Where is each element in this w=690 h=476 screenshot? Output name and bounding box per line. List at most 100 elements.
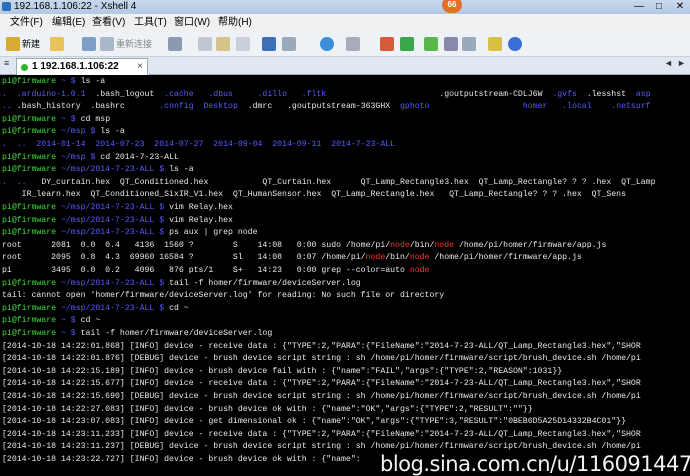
terminal-text: root 2081 0.0 0.4 4136 1560 ? S 14:08 0:…: [2, 240, 391, 250]
transfer-icon[interactable]: [400, 37, 414, 51]
terminal-text: [2014-10-18 14:22:27.083] [INFO] device …: [2, 404, 533, 414]
terminal-text: asp: [635, 89, 651, 99]
terminal-line: pi@firmware ~/msp/2014-7-23-ALL $ vim Re…: [2, 202, 233, 215]
terminal-text: pi@firmware: [2, 316, 57, 326]
terminal-text: /bin/: [409, 240, 435, 250]
terminal-text: . .arduino-1.0.1: [2, 89, 91, 99]
terminal-text: pi@firmware: [2, 303, 57, 313]
terminal-text: pi@firmware: [2, 329, 57, 338]
layout-icon[interactable]: [424, 37, 438, 51]
link-icon[interactable]: [82, 37, 96, 51]
menu-tools[interactable]: 工具(T): [134, 14, 167, 32]
terminal-text: ~/msp/2014-7-23-ALL $: [56, 278, 170, 288]
minimize-button[interactable]: —: [630, 0, 648, 14]
terminal-text: pi@firmware: [2, 215, 57, 225]
menu-window[interactable]: 窗口(W): [174, 14, 210, 32]
grid-icon[interactable]: [444, 37, 458, 51]
watermark: blog.sina.com.cn/u/1160914473: [380, 452, 690, 476]
reconnect-label[interactable]: 重新连接: [116, 32, 152, 56]
terminal-line: pi@firmware ~/msp/2014-7-23-ALL $ cd ~: [2, 303, 189, 316]
terminal-line: [2014-10-18 14:22:01.868] [INFO] device …: [2, 341, 641, 354]
terminal-text: [2014-10-18 14:22:15.189] [INFO] device …: [2, 366, 563, 376]
terminal-text: tail -f homer/firmware/deviceServer.log: [80, 329, 273, 338]
terminal-line: [2014-10-18 14:22:15.677] [INFO] device …: [2, 378, 641, 391]
globe-icon[interactable]: [320, 37, 334, 51]
terminal-text: vim Relay.hex: [169, 215, 233, 225]
terminal-line: pi@firmware ~/msp/2014-7-23-ALL $ ps aux…: [2, 227, 258, 240]
lock-icon[interactable]: [346, 37, 360, 51]
find-icon[interactable]: [236, 37, 250, 51]
paste-icon[interactable]: [216, 37, 230, 51]
terminal-text: node: [390, 240, 410, 250]
new-session-icon[interactable]: [6, 37, 20, 51]
terminal-text: /bin/: [385, 253, 410, 263]
terminal-text: vim Relay.hex: [169, 203, 233, 212]
terminal-text: /home/pi/homer/firmware/app.js: [454, 240, 607, 250]
close-button[interactable]: ✕: [670, 0, 690, 14]
tab-menu-icon[interactable]: ≡: [4, 58, 9, 68]
terminal-text: ~/msp $: [56, 152, 101, 162]
terminal-text: ~/msp/2014-7-23-ALL $: [56, 303, 170, 313]
terminal-text: ~/msp/2014-7-23-ALL $: [56, 203, 170, 212]
font-icon[interactable]: [282, 37, 296, 51]
terminal-text: ls -a: [100, 127, 125, 137]
terminal-text: pi@firmware: [2, 152, 57, 162]
terminal-line: root 2095 0.8 4.3 69960 16584 ? Sl 14:08…: [2, 252, 582, 265]
tab-close-icon[interactable]: ×: [137, 59, 143, 75]
terminal-text: node: [434, 240, 455, 250]
terminal-line: . .. DY_curtain.hex QT_Conditioned.hex Q…: [2, 177, 655, 190]
toolbar: 新建 重新连接: [0, 32, 690, 57]
terminal-text: cd msp: [80, 114, 111, 124]
terminal-text: ..: [2, 102, 17, 112]
terminal-text: .bash_logout: [90, 89, 165, 99]
tab-label: 1 192.168.1.106:22: [32, 61, 119, 72]
copy-icon[interactable]: [198, 37, 212, 51]
terminal-text: .lesshst: [586, 89, 636, 99]
help-icon[interactable]: [508, 37, 522, 51]
terminal-line: IR_learn.hex QT_Conditioned_SixIR_V1.hex…: [2, 189, 626, 202]
menu-help[interactable]: 帮助(H): [218, 14, 252, 32]
tab-bar: ≡ 1 192.168.1.106:22 × ◄ ►: [0, 57, 690, 75]
terminal-line: [2014-10-18 14:23:22.727] [INFO] device …: [2, 454, 361, 467]
terminal-text: [2014-10-18 14:22:01.868] [INFO] device …: [2, 341, 641, 351]
menu-view[interactable]: 查看(V): [92, 14, 125, 32]
new-session-label[interactable]: 新建: [22, 32, 40, 56]
tab-prev-icon[interactable]: ◄: [664, 58, 673, 68]
tab-next-icon[interactable]: ►: [677, 58, 686, 68]
menu-edit[interactable]: 编辑(E): [52, 14, 85, 32]
terminal-text: [2014-10-18 14:23:07.083] [INFO] device …: [2, 417, 626, 427]
terminal-line: . .. 2014-01-14 2014-07-23 2014-07-27 20…: [2, 139, 395, 152]
terminal-text: ~ $: [56, 77, 81, 86]
terminal-line: pi@firmware ~ $ cd ~: [2, 315, 100, 328]
terminal-text: node: [365, 253, 386, 263]
terminal-text: [2014-10-18 14:23:11.233] [INFO] device …: [2, 429, 641, 439]
terminal-text: .bash_history .bashrc: [16, 102, 135, 112]
notification-badge[interactable]: 66: [442, 0, 462, 13]
window-title: 192.168.1.106:22 - Xshell 4: [14, 1, 137, 12]
terminal-line: pi@firmware ~ $ ls -a: [2, 76, 105, 89]
terminal-line: pi@firmware ~ $ cd msp: [2, 114, 110, 127]
terminal-text: ls -a: [169, 165, 194, 175]
open-folder-icon[interactable]: [50, 37, 64, 51]
terminal-text: ~ $: [56, 114, 81, 124]
terminal-text: pi@firmware: [2, 278, 57, 288]
script-icon[interactable]: [380, 37, 394, 51]
terminal-text: ~/msp/2014-7-23-ALL $: [56, 228, 170, 238]
keyboard-icon[interactable]: [462, 37, 476, 51]
terminal-text: pi@firmware: [2, 203, 57, 212]
reconnect-icon[interactable]: [100, 37, 114, 51]
terminal-line: root 2081 0.0 0.4 4136 1560 ? S 14:08 0:…: [2, 240, 606, 253]
terminal-text: ps aux | grep node: [169, 228, 258, 238]
maximize-button[interactable]: □: [650, 0, 668, 14]
properties-icon[interactable]: [168, 37, 182, 51]
terminal-output[interactable]: pi@firmware ~ $ ls -a. .arduino-1.0.1 .b…: [0, 75, 690, 476]
chat-icon[interactable]: [488, 37, 502, 51]
menu-file[interactable]: 文件(F): [10, 14, 43, 32]
terminal-text: pi@firmware: [2, 228, 57, 238]
terminal-text: ~/msp/2014-7-23-ALL $: [56, 215, 170, 225]
tab-session[interactable]: 1 192.168.1.106:22 ×: [16, 58, 148, 75]
terminal-text: [2014-10-18 14:23:22.727] [INFO] device …: [2, 455, 361, 464]
terminal-icon[interactable]: [262, 37, 276, 51]
terminal-text: cd ~: [169, 303, 189, 313]
terminal-text: gphoto homer .local .netsurf: [400, 102, 651, 112]
